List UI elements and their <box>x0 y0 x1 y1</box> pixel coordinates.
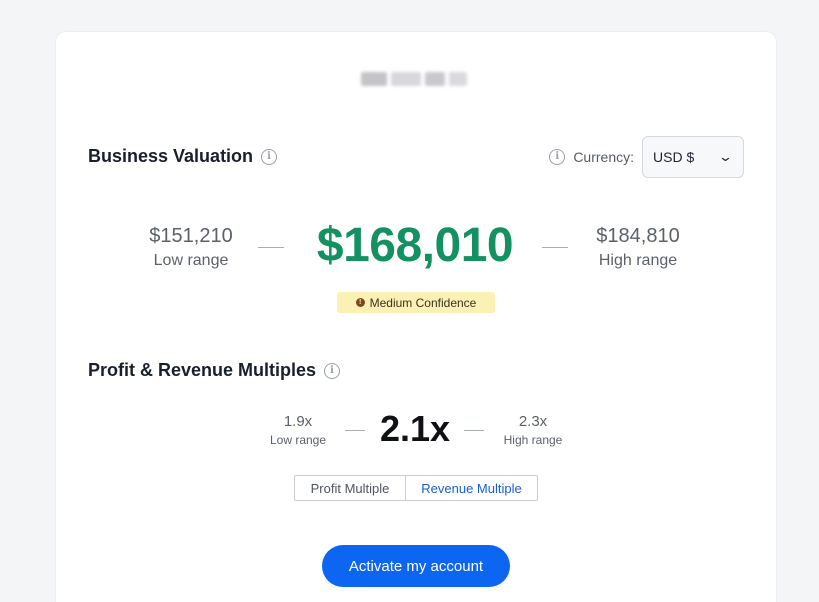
info-icon[interactable]: i <box>261 148 278 165</box>
multiples-heading: Profit & Revenue Multiples i <box>88 360 341 381</box>
multiple-low-value: 1.9x <box>283 413 313 430</box>
multiple-high-value: 2.3x <box>518 413 548 430</box>
currency-select[interactable]: USD $ ⌄ <box>642 136 744 178</box>
tab-profit-multiple[interactable]: Profit Multiple <box>295 476 406 500</box>
high-range-label: High range <box>598 252 678 269</box>
multiple-high-label: High range <box>503 433 563 447</box>
low-range-value: $151,210 <box>149 225 233 247</box>
valuation-heading: Business Valuation i <box>88 146 278 167</box>
divider-dash <box>258 247 284 248</box>
valuation-title: Business Valuation <box>88 146 254 166</box>
multiple-low-label: Low range <box>269 433 327 447</box>
alert-icon: ! <box>355 298 365 307</box>
chevron-down-icon: ⌄ <box>717 149 734 164</box>
low-range-label: Low range <box>153 252 229 269</box>
valuation-low-range: $151,210 Low range <box>136 225 246 270</box>
activate-account-button[interactable]: Activate my account <box>322 545 510 587</box>
multiple-high-range: 2.3x High range <box>492 413 574 447</box>
tab-revenue-multiple[interactable]: Revenue Multiple <box>406 476 537 500</box>
divider-dash <box>464 430 484 431</box>
valuation-high-range: $184,810 High range <box>582 225 694 270</box>
currency-value: USD $ <box>653 149 695 165</box>
multiple-main-value: 2.1x <box>379 408 451 449</box>
currency-label: Currency: <box>573 149 634 165</box>
multiples-title: Profit & Revenue Multiples <box>88 360 317 380</box>
multiple-toggle: Profit Multiple Revenue Multiple <box>294 475 538 501</box>
valuation-main-value: $168,010 <box>316 219 514 272</box>
multiple-low-range: 1.9x Low range <box>260 413 336 447</box>
info-icon[interactable]: i <box>324 362 341 379</box>
company-logo-blurred <box>361 66 471 92</box>
confidence-label: Medium Confidence <box>369 295 477 310</box>
confidence-badge: ! Medium Confidence <box>337 292 495 313</box>
currency-control: i Currency: USD $ ⌄ <box>549 136 744 178</box>
valuation-card: Business Valuation i i Currency: USD $ ⌄… <box>56 32 776 602</box>
high-range-value: $184,810 <box>596 225 680 247</box>
divider-dash <box>542 247 568 248</box>
currency-info-icon[interactable]: i <box>549 149 566 165</box>
divider-dash <box>345 430 365 431</box>
